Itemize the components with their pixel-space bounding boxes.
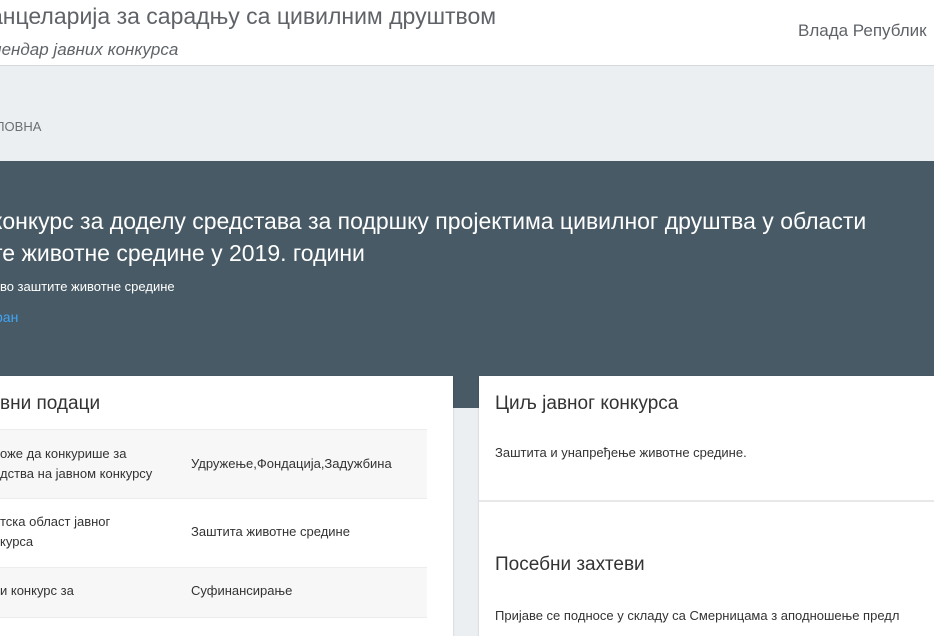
goal-text: Заштита и унапређење животне средине.	[495, 445, 747, 460]
row-label: и конкурс за	[0, 583, 74, 598]
breadcrumb-home-link[interactable]: ЛОВНА	[0, 119, 41, 134]
row-value: Заштита животне средине	[191, 524, 350, 539]
site-header: анцеларија за сарадњу са цивилним друштв…	[0, 0, 934, 66]
requirements-text: Пријаве се подносе у складу са Смерницам…	[495, 608, 900, 623]
goal-heading: Циљ јавног конкурса	[495, 393, 679, 414]
contest-title-line-1: конкурс за доделу средстава за подршку п…	[0, 208, 867, 234]
row-value: Суфинансирање	[191, 583, 293, 598]
section-divider	[479, 500, 934, 502]
organization-name: тво заштите животне средине	[0, 279, 175, 294]
table-row: оже да конкурише за дства на јавном конк…	[0, 429, 427, 498]
breadcrumb: ЛОВНА	[0, 119, 41, 134]
row-value: Удружење,Фондација,Задужбина	[191, 456, 392, 471]
basic-data-card: вни подаци оже да конкурише за дства на …	[0, 376, 453, 636]
table-row: тска област јавног курса Заштита животне…	[0, 498, 427, 567]
contest-details-card: Циљ јавног конкурса Заштита и унапређење…	[479, 376, 934, 636]
requirements-heading: Посебни захтеви	[495, 554, 645, 575]
contest-title-line-2: те животне средине у 2019. години	[0, 240, 365, 266]
contest-title: конкурс за доделу средстава за подршку п…	[0, 205, 934, 269]
basic-data-heading: вни подаци	[0, 393, 101, 414]
row-label: тска област јавног курса	[0, 514, 111, 549]
row-label: оже да конкурише за дства на јавном конк…	[0, 446, 153, 481]
government-link[interactable]: Влада Републик	[798, 21, 927, 41]
contest-hero: конкурс за доделу средстава за подршку п…	[0, 161, 934, 408]
contest-status-link[interactable]: ран	[0, 309, 18, 325]
table-row: и конкурс за Суфинансирање	[0, 567, 427, 618]
site-subtitle: лендар јавних конкурса	[0, 40, 179, 59]
site-title[interactable]: анцеларија за сарадњу са цивилним друштв…	[0, 3, 496, 30]
